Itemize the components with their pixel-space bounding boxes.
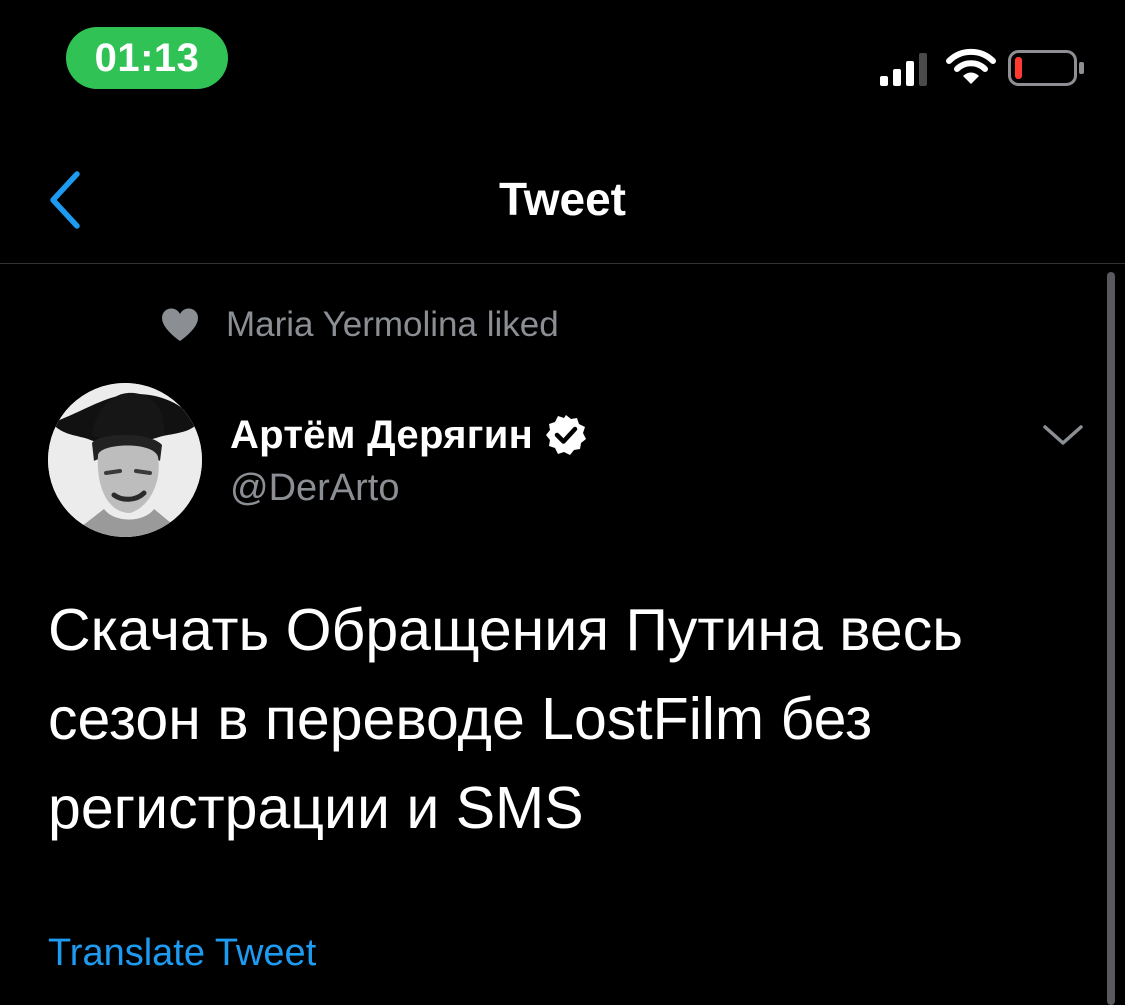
nav-divider bbox=[0, 263, 1125, 264]
wifi-icon bbox=[946, 48, 996, 84]
social-context-text[interactable]: Maria Yermolina liked bbox=[226, 305, 559, 345]
status-time[interactable]: 01:13 bbox=[66, 27, 228, 89]
tweet-text: Скачать Обращения Путина весь сезон в пе… bbox=[48, 597, 963, 841]
battery-icon bbox=[1008, 50, 1084, 86]
heart-icon bbox=[160, 307, 200, 343]
chevron-down-icon[interactable] bbox=[1040, 418, 1086, 452]
author-name[interactable]: Артём Дерягин bbox=[230, 413, 533, 458]
social-context: Maria Yermolina liked bbox=[160, 300, 559, 350]
verified-badge-icon bbox=[546, 415, 587, 455]
scrollbar[interactable] bbox=[1107, 272, 1115, 1005]
author-name-row[interactable]: Артём Дерягин bbox=[230, 408, 587, 462]
battery-level-fill bbox=[1015, 57, 1022, 79]
avatar[interactable] bbox=[48, 383, 202, 537]
cellular-signal-icon bbox=[880, 53, 927, 86]
page-title: Tweet bbox=[499, 173, 626, 225]
translate-tweet-link[interactable]: Translate Tweet bbox=[48, 928, 316, 978]
author-handle[interactable]: @DerArto bbox=[230, 464, 400, 512]
